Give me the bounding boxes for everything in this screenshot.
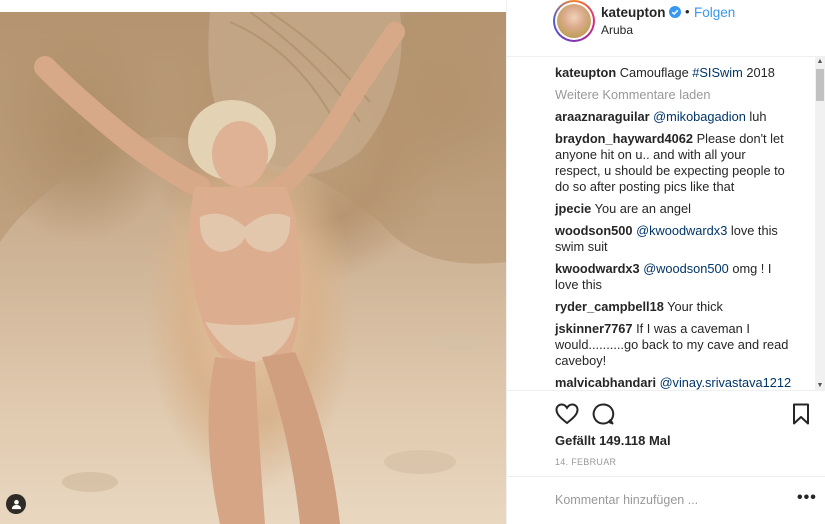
speech-bubble-icon[interactable] xyxy=(591,402,615,426)
scroll-down-arrow-icon[interactable]: ▼ xyxy=(815,381,825,391)
post-location[interactable]: Aruba xyxy=(601,23,633,37)
comment-username[interactable]: araaznaraguilar xyxy=(555,109,650,124)
author-username[interactable]: kateupton xyxy=(601,5,666,20)
post-caption: kateupton Camouflage #SISwim 2018 xyxy=(555,65,775,80)
bookmark-icon[interactable] xyxy=(789,402,813,426)
comment-username[interactable]: kwoodwardx3 xyxy=(555,261,640,276)
comment-mention[interactable]: @mikobagadion xyxy=(653,109,746,124)
avatar[interactable] xyxy=(553,0,595,42)
comment-mention[interactable]: @kwoodwardx3 xyxy=(636,223,727,238)
comment-username[interactable]: braydon_hayward4062 xyxy=(555,131,693,146)
comment-username[interactable]: jpecie xyxy=(555,201,591,216)
comment-item: jpecie You are an angel xyxy=(555,201,691,216)
comment-mention[interactable]: @woodson500 xyxy=(643,261,729,276)
photo-figure xyxy=(0,12,506,524)
add-comment-bar: ••• xyxy=(507,476,825,524)
caption-hashtag[interactable]: #SISwim xyxy=(692,65,743,80)
comment-username[interactable]: woodson500 xyxy=(555,223,633,238)
comments-scrollbar[interactable]: ▲ ▼ xyxy=(815,57,825,391)
more-options-icon[interactable]: ••• xyxy=(797,489,817,507)
comment-item: jskinner7767 If I was a caveman I would.… xyxy=(555,321,789,368)
likes-count[interactable]: Gefällt 149.118 Mal xyxy=(555,433,671,448)
comment-username[interactable]: malvicabhandari xyxy=(555,375,656,390)
post-date[interactable]: 14. FEBRUAR xyxy=(555,457,616,467)
comment-username[interactable]: ryder_campbell18 xyxy=(555,299,664,314)
load-more-comments-button[interactable]: Weitere Kommentare laden xyxy=(555,87,792,103)
heart-outline-icon[interactable] xyxy=(555,402,579,426)
comment-username[interactable]: jskinner7767 xyxy=(555,321,633,336)
scrollbar-thumb[interactable] xyxy=(816,69,824,101)
verified-badge-icon xyxy=(669,6,681,18)
comment-item: braydon_hayward4062 Please don't let any… xyxy=(555,131,785,194)
caption-username[interactable]: kateupton xyxy=(555,65,616,80)
comment-item: malvicabhandari @vinay.srivastava1212 xyxy=(555,375,792,390)
follow-button[interactable]: Folgen xyxy=(694,5,735,20)
comment-item: woodson500 @kwoodwardx3 love this swim s… xyxy=(555,223,778,254)
user-tag-button[interactable] xyxy=(6,494,26,514)
separator-dot: • xyxy=(685,4,690,19)
post-side-panel: kateupton • Folgen Aruba kateupton Camou… xyxy=(506,0,825,524)
user-tag-icon xyxy=(11,499,21,509)
post-actions xyxy=(555,402,815,428)
comment-input[interactable] xyxy=(555,491,775,509)
comment-item: araaznaraguilar @mikobagadion luh xyxy=(555,109,767,124)
comment-item: ryder_campbell18 Your thick xyxy=(555,299,723,314)
post-header: kateupton • Folgen Aruba xyxy=(507,0,825,57)
comments-list[interactable]: kateupton Camouflage #SISwim 2018 Weiter… xyxy=(507,57,825,391)
comment-mention[interactable]: @vinay.srivastava1212 xyxy=(660,375,792,390)
comment-item: kwoodwardx3 @woodson500 omg ! I love thi… xyxy=(555,261,772,292)
post-photo[interactable] xyxy=(0,12,506,524)
scroll-up-arrow-icon[interactable]: ▲ xyxy=(815,57,825,67)
